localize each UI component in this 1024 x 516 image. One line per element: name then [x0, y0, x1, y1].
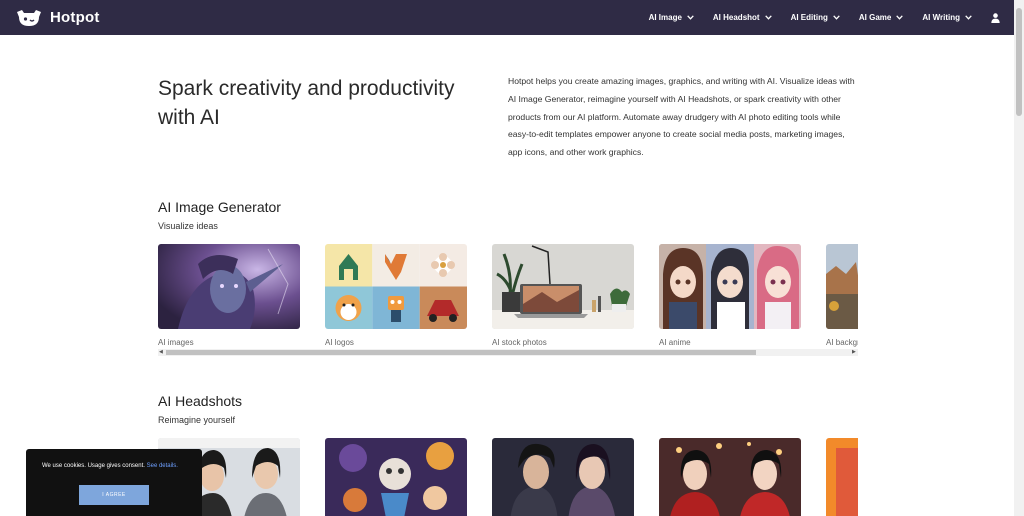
city-background-image: [826, 244, 858, 329]
chevron-down-icon: [965, 15, 972, 20]
halloween-portraits-image: [325, 438, 467, 516]
section-title-image-generator: AI Image Generator: [158, 199, 281, 215]
nav-label: AI Editing: [790, 13, 828, 22]
card-thumbnail: [325, 244, 467, 329]
hero-title: Spark creativity and productivity with A…: [158, 77, 455, 129]
scroll-right-arrow-icon[interactable]: ▶: [852, 350, 857, 355]
nav-label: AI Headshot: [712, 13, 760, 22]
elf-portrait-image: [158, 244, 300, 329]
brand-name: Hotpot: [50, 9, 100, 26]
card-ai-logos[interactable]: AI logos: [325, 244, 467, 347]
nav-ai-game[interactable]: AI Game: [858, 13, 904, 22]
card-thumbnail: [492, 438, 634, 516]
main-nav: AI Image AI Headshot AI Editing AI Game …: [649, 0, 1014, 35]
nav-label: AI Writing: [922, 13, 960, 22]
card-thumbnail: [158, 244, 300, 329]
anime-characters-image: [659, 244, 801, 329]
nav-ai-editing[interactable]: AI Editing: [791, 13, 840, 22]
cookie-details-link[interactable]: See details.: [147, 463, 178, 469]
carousel-scroll-thumb[interactable]: [166, 350, 756, 355]
nav-ai-image[interactable]: AI Image: [649, 13, 694, 22]
chevron-down-icon: [896, 15, 904, 20]
section-subtitle-image-generator: Visualize ideas: [158, 221, 218, 231]
cookie-banner: We use cookies. Usage gives consent. See…: [26, 449, 202, 516]
chevron-down-icon: [764, 15, 772, 20]
logo-grid-image: [325, 244, 467, 329]
nav-ai-headshot[interactable]: AI Headshot: [713, 13, 772, 22]
hero-description: Hotpot helps you create amazing images, …: [508, 76, 855, 158]
warrior-portraits-image: [492, 438, 634, 516]
card-headshot-5[interactable]: [826, 438, 858, 516]
cookie-text: We use cookies. Usage gives consent.: [42, 463, 145, 469]
user-account-icon[interactable]: [991, 12, 1000, 23]
card-ai-anime[interactable]: AI anime: [659, 244, 801, 347]
chevron-down-icon: [687, 15, 694, 20]
desk-laptop-image: [492, 244, 634, 329]
card-thumbnail: [659, 438, 801, 516]
card-headshot-3[interactable]: [492, 438, 634, 516]
festive-portraits-image: [659, 438, 801, 516]
card-headshot-4[interactable]: [659, 438, 801, 516]
hotpot-logo-icon: [17, 9, 41, 26]
card-label: AI logos: [325, 338, 354, 347]
scrollbar-thumb[interactable]: [1016, 8, 1022, 116]
headshots-carousel: [158, 438, 858, 516]
carousel-scrollbar[interactable]: ◀ ▶: [158, 349, 858, 356]
page-scrollbar[interactable]: [1014, 0, 1024, 516]
card-label: AI anime: [659, 338, 691, 347]
section-title-headshots: AI Headshots: [158, 393, 243, 409]
cookie-agree-button[interactable]: I AGREE: [79, 485, 149, 505]
card-headshot-2[interactable]: [325, 438, 467, 516]
nav-label: AI Image: [648, 13, 682, 22]
card-thumbnail: [325, 438, 467, 516]
card-label: AI images: [158, 338, 194, 347]
section-subtitle-headshots: Reimagine yourself: [158, 415, 236, 425]
nav-ai-writing[interactable]: AI Writing: [922, 13, 972, 22]
chevron-down-icon: [833, 15, 840, 20]
card-ai-stock-photos[interactable]: AI stock photos: [492, 244, 634, 347]
image-generator-carousel: AI images AI logos AI stock photos AI an…: [158, 244, 858, 350]
orange-background-image: [826, 438, 858, 516]
cookie-message: We use cookies. Usage gives consent. See…: [42, 463, 178, 469]
card-thumbnail: [659, 244, 801, 329]
card-ai-images[interactable]: AI images: [158, 244, 300, 347]
brand-logo[interactable]: Hotpot: [16, 9, 100, 27]
card-label: AI stock photos: [492, 338, 547, 347]
card-label: AI backgrounds: [826, 338, 858, 347]
card-ai-backgrounds[interactable]: AI backgrounds: [826, 244, 858, 347]
nav-label: AI Game: [858, 13, 892, 22]
top-nav-bar: Hotpot AI Image AI Headshot AI Editing A…: [0, 0, 1014, 35]
scroll-left-arrow-icon[interactable]: ◀: [159, 350, 164, 355]
card-thumbnail: [826, 438, 858, 516]
card-thumbnail: [492, 244, 634, 329]
card-thumbnail: [826, 244, 858, 329]
